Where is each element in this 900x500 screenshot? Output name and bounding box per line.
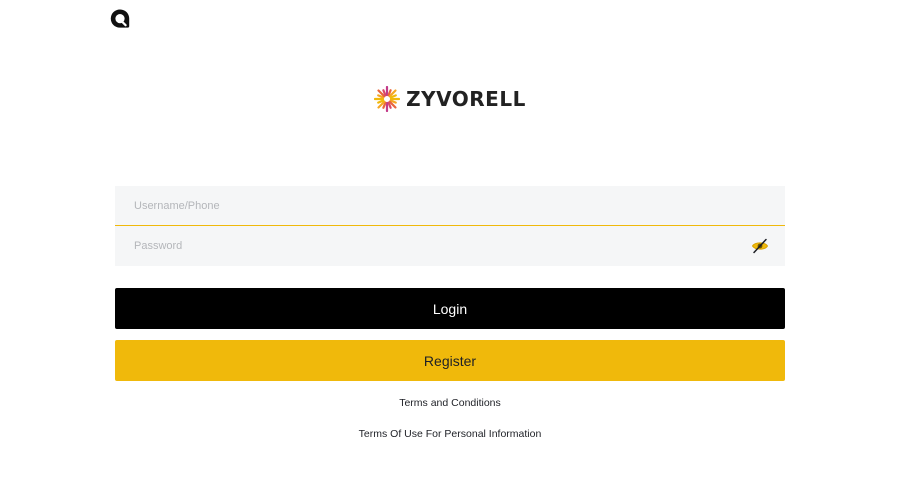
login-form: Login Register Terms and Conditions Term… — [115, 186, 785, 440]
login-button-label: Login — [432, 300, 468, 317]
sunburst-logo-icon — [374, 86, 401, 112]
login-page: ZYVORELL Login Register Terms and Condit… — [0, 0, 900, 500]
login-button[interactable]: Login — [115, 288, 785, 329]
speech-bubble-icon[interactable] — [108, 7, 132, 31]
password-field-container — [115, 226, 785, 266]
brand-logo: ZYVORELL — [0, 86, 900, 112]
password-input[interactable] — [134, 240, 766, 252]
brand-name: ZYVORELL — [406, 87, 526, 111]
terms-link[interactable]: Terms and Conditions — [115, 397, 785, 409]
privacy-terms-link[interactable]: Terms Of Use For Personal Information — [115, 428, 785, 440]
username-input[interactable] — [134, 199, 766, 212]
register-button[interactable]: Register — [115, 340, 785, 381]
eye-slash-icon[interactable] — [751, 237, 769, 255]
register-button-label: Register — [423, 352, 477, 369]
username-field-container — [115, 186, 785, 226]
